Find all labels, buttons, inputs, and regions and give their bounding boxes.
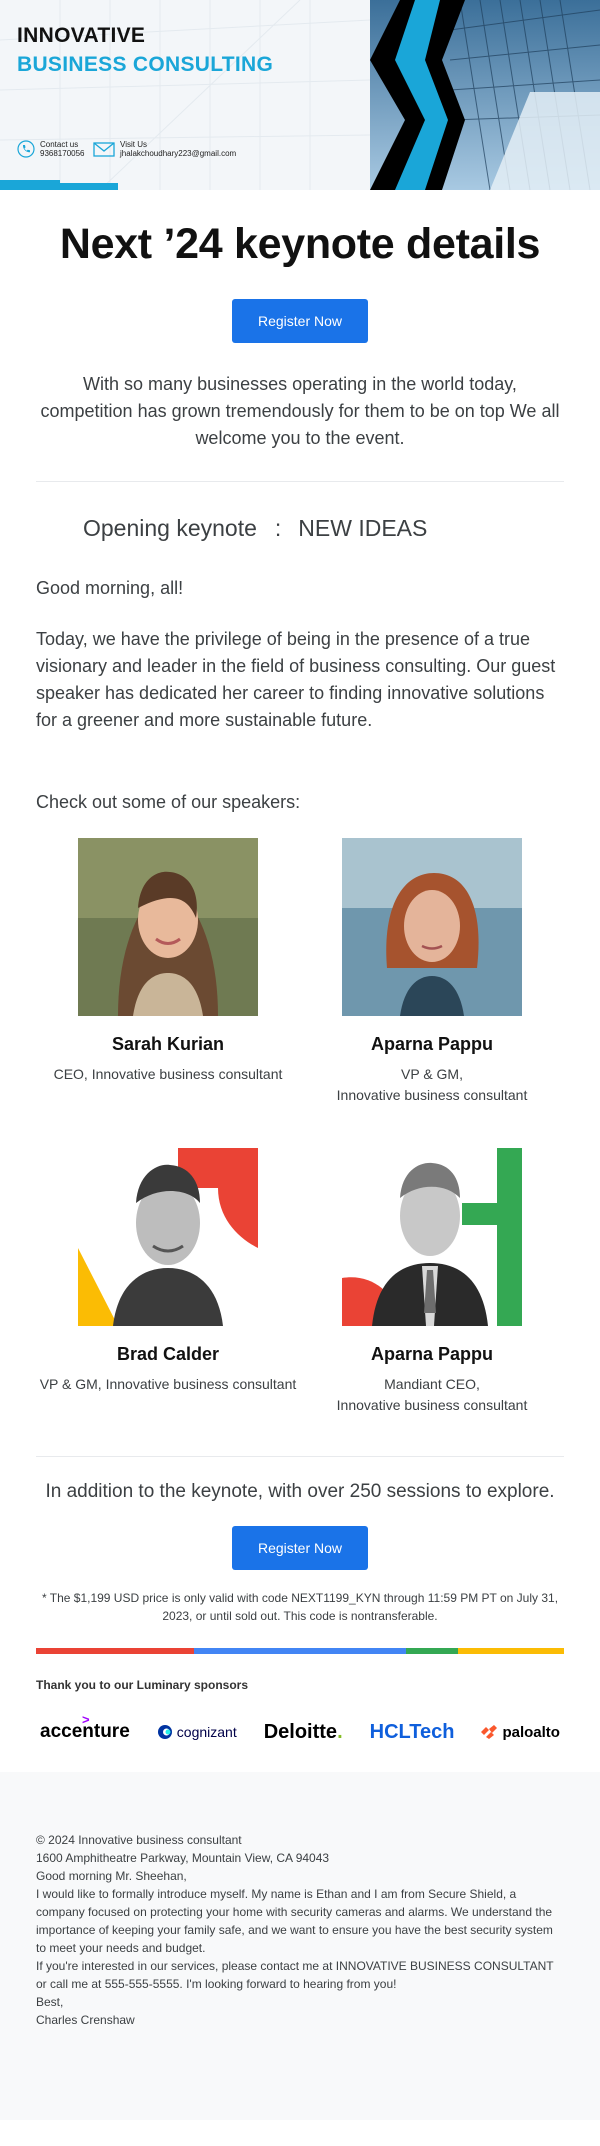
sponsors-heading: Thank you to our Luminary sponsors <box>36 1678 249 1692</box>
accenture-chevron-icon: > <box>82 1712 90 1727</box>
banner-accent-bar <box>0 183 118 190</box>
speaker-name: Brad Calder <box>116 1344 220 1364</box>
banner-building-image <box>370 0 600 190</box>
keynote-separator: : <box>274 515 282 541</box>
contact-email[interactable]: Visit Us jhalakchoudhary223@gmail.com <box>93 140 236 158</box>
brand-name-line2: BUSINESS CONSULTING <box>17 53 274 76</box>
color-bar-red <box>36 1648 195 1654</box>
speaker-photo <box>78 1148 258 1326</box>
visit-label: Visit Us <box>120 140 147 149</box>
speakers-grid: Sarah Kurian CEO, Innovative business co… <box>36 838 564 1458</box>
speaker-photo <box>342 838 522 1016</box>
speaker-name: Sarah Kurian <box>111 1034 225 1054</box>
footer-paragraph: I would like to formally introduce mysel… <box>36 1887 553 1955</box>
paloalto-logo[interactable]: paloalto <box>481 1724 560 1741</box>
main-content: Next ’24 keynote details Register Now Wi… <box>0 220 600 1752</box>
footer-salutation: Good morning Mr. Sheehan, <box>36 1869 187 1883</box>
accenture-logo[interactable]: > accenture <box>40 1712 130 1743</box>
footer-paragraph: If you're interested in our services, pl… <box>36 1959 554 1991</box>
cognizant-mark-icon <box>157 1725 172 1739</box>
speaker-role: VP & GM, Innovative business consultant <box>39 1376 297 1392</box>
keynote-label: Opening keynote <box>83 515 257 541</box>
speaker-card: Brad Calder VP & GM, Innovative business… <box>36 1148 300 1458</box>
price-disclaimer: * The $1,199 USD price is only valid wit… <box>41 1591 559 1623</box>
footer-copyright: © 2024 Innovative business consultant <box>36 1833 242 1847</box>
contact-phone[interactable]: Contact us 9368170056 <box>17 140 85 158</box>
page-title: Next ’24 keynote details <box>59 220 541 268</box>
color-bar-blue <box>194 1648 406 1654</box>
footer: © 2024 Innovative business consultant 16… <box>0 1772 600 2120</box>
register-button-bottom[interactable]: Register Now <box>232 1526 368 1570</box>
hcltech-logo[interactable]: HCLTech <box>370 1721 455 1744</box>
footer-address: 1600 Amphitheatre Parkway, Mountain View… <box>36 1851 330 1865</box>
cognizant-logo[interactable]: cognizant <box>157 1724 237 1740</box>
speaker-photo <box>78 838 258 1016</box>
mail-icon <box>93 142 115 157</box>
register-button-top[interactable]: Register Now <box>232 299 368 343</box>
contact-phone-number: 9368170056 <box>40 149 85 158</box>
deloitte-logo[interactable]: Deloitte. <box>264 1721 343 1744</box>
greeting-text: Good morning, all! <box>36 578 184 598</box>
visit-email: jhalakchoudhary223@gmail.com <box>120 149 237 158</box>
color-bar-green <box>405 1648 459 1654</box>
divider <box>36 481 564 482</box>
speaker-role: VP & GM, Innovative business consultant <box>336 1066 528 1103</box>
google-color-bar <box>36 1648 564 1654</box>
speaker-card: Aparna Pappu VP & GM, Innovative busines… <box>300 838 564 1148</box>
intro-text: With so many businesses operating in the… <box>40 374 560 448</box>
contact-label: Contact us <box>40 140 79 149</box>
keynote-topic: NEW IDEAS <box>298 515 428 541</box>
footer-signature: Charles Crenshaw <box>36 2013 135 2027</box>
paloalto-mark-icon <box>481 1725 498 1739</box>
footer-closing: Best, <box>36 1995 64 2009</box>
header-banner: INNOVATIVE BUSINESS CONSULTING Contact u… <box>0 0 600 190</box>
speaker-role: Mandiant CEO, Innovative business consul… <box>336 1376 528 1413</box>
speaker-name: Aparna Pappu <box>370 1344 494 1364</box>
body-text: Today, we have the privilege of being in… <box>36 629 556 730</box>
speaker-card: Aparna Pappu Mandiant CEO, Innovative bu… <box>300 1148 564 1458</box>
sponsor-logos: > accenture cognizant Deloitte. HCLTech … <box>36 1712 564 1752</box>
speakers-heading: Check out some of our speakers: <box>36 792 301 812</box>
keynote-heading: Opening keynote : NEW IDEAS <box>36 515 564 542</box>
sessions-text: In addition to the keynote, with over 25… <box>45 1481 555 1502</box>
speaker-card: Sarah Kurian CEO, Innovative business co… <box>36 838 300 1148</box>
speaker-photo <box>342 1148 522 1326</box>
speaker-role: CEO, Innovative business consultant <box>53 1066 283 1082</box>
speaker-name: Aparna Pappu <box>370 1034 494 1054</box>
brand-name-line1: INNOVATIVE <box>17 24 146 47</box>
color-bar-yellow <box>458 1648 564 1654</box>
phone-icon <box>17 140 35 158</box>
